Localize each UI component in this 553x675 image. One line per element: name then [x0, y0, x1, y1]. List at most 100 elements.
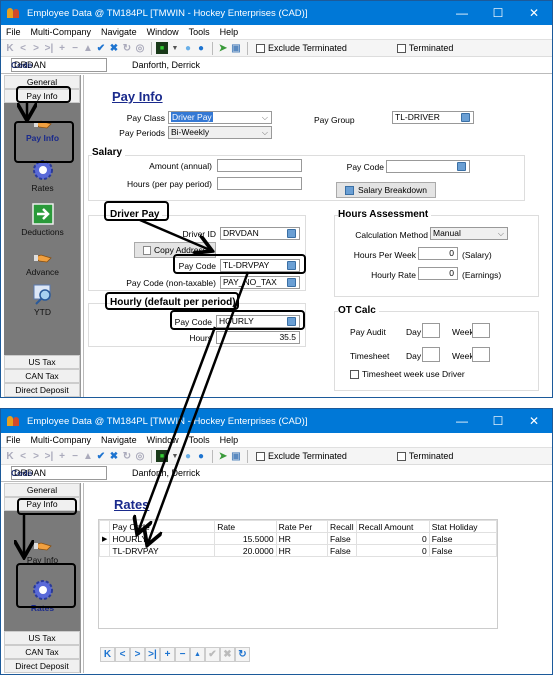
cell-rate[interactable]: 20.0000: [214, 544, 277, 557]
sidebar-tab-can-tax[interactable]: CAN Tax: [4, 645, 80, 659]
menu-navigate[interactable]: Navigate: [101, 435, 137, 445]
last-icon[interactable]: >|: [43, 42, 55, 54]
checkbox-box[interactable]: [350, 369, 359, 379]
table-row[interactable]: TL-DRVPAY 20.0000 HR False 0 False: [98, 544, 498, 557]
hours-per-period-input[interactable]: [217, 177, 302, 190]
sidebar-item-advance[interactable]: Advance: [4, 251, 81, 277]
next-icon[interactable]: >: [30, 42, 42, 54]
menu-multi-company[interactable]: Multi-Company: [31, 435, 92, 445]
prev-icon[interactable]: <: [17, 450, 29, 462]
column-header-recall[interactable]: Recall: [326, 520, 357, 533]
exclude-terminated-checkbox[interactable]: Exclude Terminated: [256, 451, 347, 461]
checkbox-box[interactable]: [256, 43, 265, 53]
first-icon[interactable]: K: [4, 450, 16, 462]
minimize-button[interactable]: —: [444, 6, 480, 20]
sidebar-item-ytd[interactable]: YTD: [4, 283, 81, 317]
cancel-x-icon[interactable]: ✖: [220, 647, 235, 662]
cell-stat-holiday[interactable]: False: [428, 544, 498, 557]
view-icon[interactable]: ◎: [134, 42, 146, 54]
refresh-icon[interactable]: ↻: [121, 450, 133, 462]
terminated-checkbox[interactable]: Terminated: [396, 451, 453, 461]
sidebar-item-deductions[interactable]: Deductions: [4, 203, 81, 237]
terminated-checkbox[interactable]: Terminated: [396, 43, 453, 53]
sidebar-tab-us-tax[interactable]: US Tax: [4, 631, 80, 645]
delete-icon[interactable]: −: [69, 450, 81, 462]
last-icon[interactable]: >|: [43, 450, 55, 462]
pay-group-input[interactable]: TL-DRIVER: [392, 111, 474, 124]
close-button[interactable]: ✕: [516, 414, 552, 428]
checkbox-box[interactable]: [396, 43, 406, 53]
cell-recall[interactable]: False: [326, 544, 357, 557]
help-icon[interactable]: ●: [182, 42, 194, 54]
cancel-x-icon[interactable]: ✖: [108, 42, 120, 54]
window-icon[interactable]: ▣: [230, 42, 242, 54]
column-header-rate[interactable]: Rate: [214, 520, 277, 533]
lookup-icon[interactable]: [461, 113, 470, 122]
checkbox-box[interactable]: [256, 451, 265, 461]
monitor-icon[interactable]: ■: [156, 42, 168, 54]
add-icon[interactable]: +: [56, 450, 68, 462]
salary-pay-code-input[interactable]: [386, 160, 470, 173]
pay-audit-week-input[interactable]: [472, 323, 490, 338]
next-icon[interactable]: >: [130, 647, 145, 662]
menu-file[interactable]: File: [6, 435, 21, 445]
pay-class-select[interactable]: Driver Pay ⌵: [168, 111, 272, 124]
hourly-rate-input[interactable]: 0: [418, 267, 458, 280]
first-icon[interactable]: K: [4, 42, 16, 54]
driver-id-input[interactable]: DRVDAN: [220, 227, 300, 240]
sidebar-tab-can-tax[interactable]: CAN Tax: [4, 369, 80, 383]
dropdown-icon[interactable]: ▼: [169, 42, 181, 54]
up-icon[interactable]: ▲: [82, 42, 94, 54]
lookup-icon[interactable]: [287, 278, 296, 287]
sidebar-tab-us-tax[interactable]: US Tax: [4, 355, 80, 369]
menu-window[interactable]: Window: [147, 27, 179, 37]
maximize-button[interactable]: ☐: [480, 414, 516, 428]
monitor-icon[interactable]: ■: [156, 450, 168, 462]
up-icon[interactable]: ▲: [190, 647, 205, 662]
cell-recall[interactable]: False: [326, 532, 357, 545]
calc-method-select[interactable]: Manual ⌵: [430, 227, 508, 240]
column-header-rate-per[interactable]: Rate Per: [275, 520, 328, 533]
menu-tools[interactable]: Tools: [189, 27, 210, 37]
save-check-icon[interactable]: ✔: [95, 42, 107, 54]
cell-rate-per[interactable]: HR: [275, 532, 328, 545]
info-icon[interactable]: ●: [195, 450, 207, 462]
pay-periods-select[interactable]: Bi-Weekly ⌵: [168, 126, 272, 139]
checkbox-box[interactable]: [396, 451, 406, 461]
save-check-icon[interactable]: ✔: [205, 647, 220, 662]
refresh-icon[interactable]: ↻: [235, 647, 250, 662]
window-icon[interactable]: ▣: [230, 450, 242, 462]
last-icon[interactable]: >|: [145, 647, 160, 662]
menu-navigate[interactable]: Navigate: [101, 27, 137, 37]
cell-pay-code[interactable]: TL-DRVPAY: [109, 544, 216, 557]
cell-stat-holiday[interactable]: False: [428, 532, 498, 545]
sidebar-tab-direct-deposit[interactable]: Direct Deposit: [4, 383, 80, 397]
info-icon[interactable]: ●: [195, 42, 207, 54]
column-header-stat-holiday[interactable]: Stat Holiday: [428, 520, 498, 533]
dropdown-icon[interactable]: ▼: [169, 450, 181, 462]
hours-per-week-input[interactable]: 0: [418, 247, 458, 260]
timesheet-day-input[interactable]: [422, 347, 440, 362]
add-icon[interactable]: +: [160, 647, 175, 662]
lookup-icon[interactable]: [457, 162, 466, 171]
menu-file[interactable]: File: [6, 27, 21, 37]
sidebar-tab-direct-deposit[interactable]: Direct Deposit: [4, 659, 80, 673]
hours-input[interactable]: 35.5: [216, 331, 300, 344]
salary-breakdown-button[interactable]: Salary Breakdown: [336, 182, 436, 198]
close-button[interactable]: ✕: [516, 6, 552, 20]
delete-icon[interactable]: −: [69, 42, 81, 54]
cell-rate-per[interactable]: HR: [275, 544, 328, 557]
save-check-icon[interactable]: ✔: [95, 450, 107, 462]
minimize-button[interactable]: —: [444, 414, 480, 428]
cell-recall-amount[interactable]: 0: [355, 544, 430, 557]
cell-recall-amount[interactable]: 0: [355, 532, 430, 545]
cancel-x-icon[interactable]: ✖: [108, 450, 120, 462]
non-taxable-pay-code-input[interactable]: PAY_NO_TAX: [220, 276, 300, 289]
cell-rate[interactable]: 15.5000: [214, 532, 277, 545]
menu-tools[interactable]: Tools: [189, 435, 210, 445]
help-icon[interactable]: ●: [182, 450, 194, 462]
menu-help[interactable]: Help: [220, 27, 239, 37]
menu-window[interactable]: Window: [147, 435, 179, 445]
delete-icon[interactable]: −: [175, 647, 190, 662]
green-arrow-icon[interactable]: ➤: [217, 42, 229, 54]
